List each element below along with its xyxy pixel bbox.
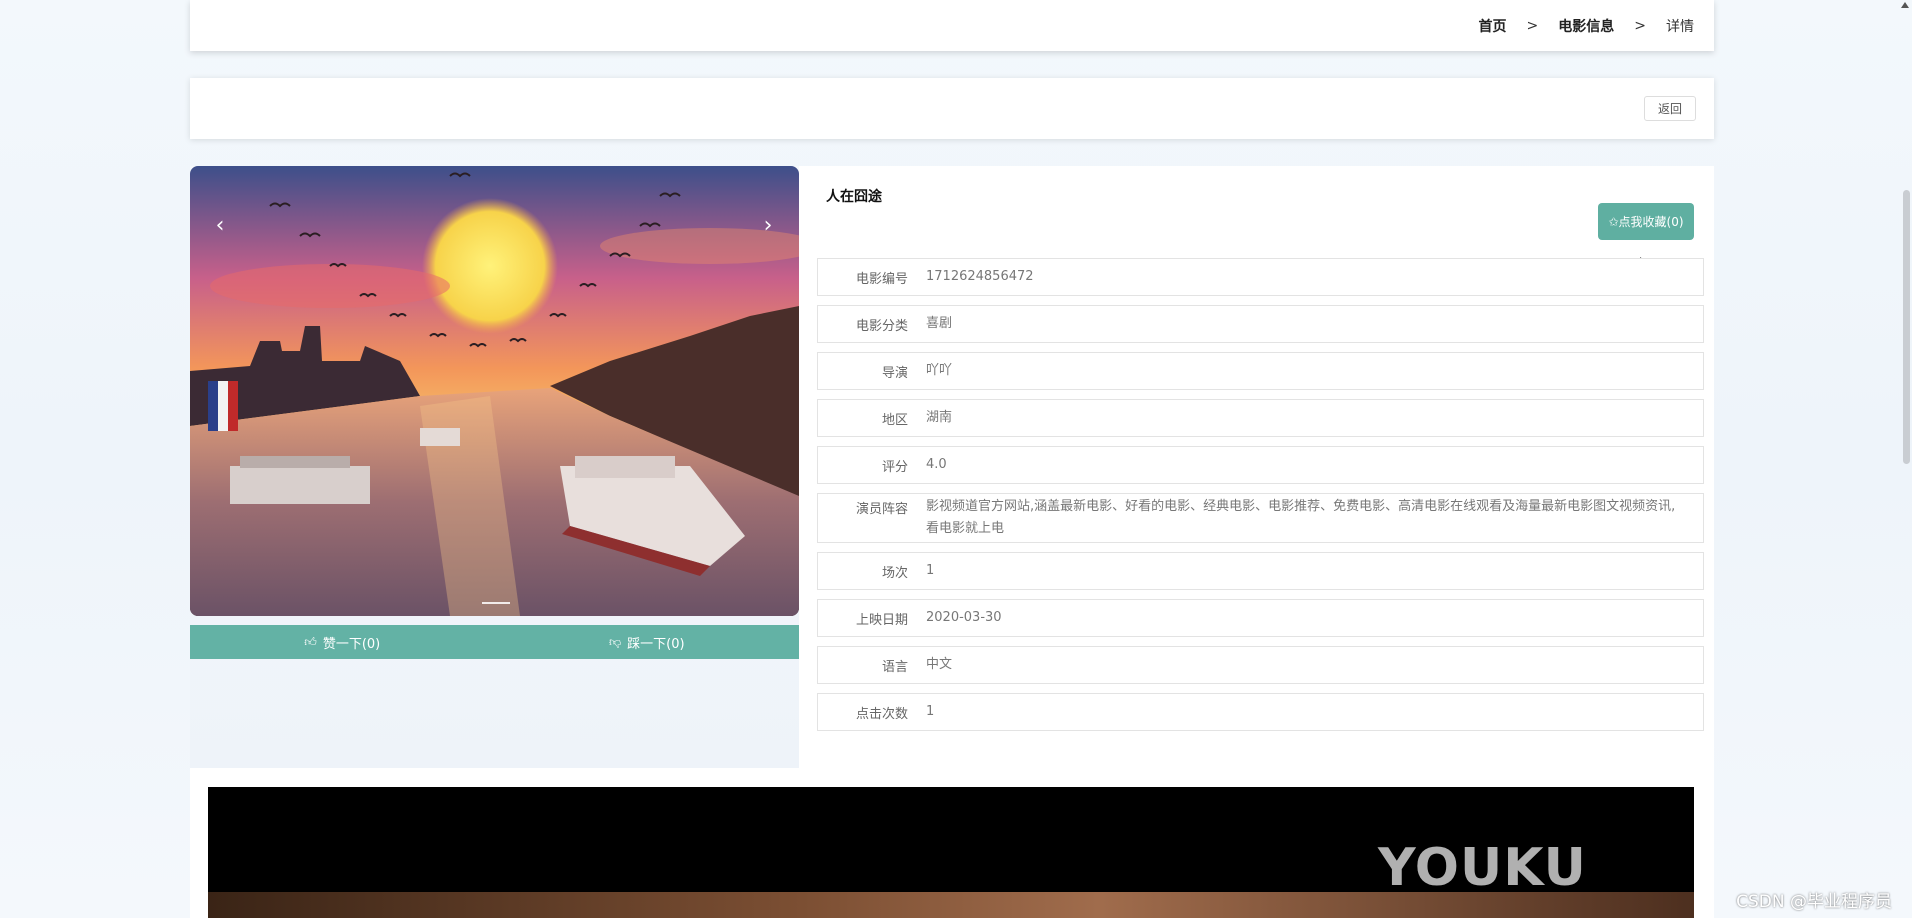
thumbs-down-icon: 👎︎ (608, 634, 622, 649)
info-value: 吖吖 (926, 363, 953, 378)
info-value: 湖南 (926, 410, 953, 425)
info-value: 4.0 (926, 457, 947, 472)
breadcrumb: 首页 > 电影信息 > 详情 (190, 0, 1714, 51)
back-button[interactable]: 返回 (1644, 96, 1696, 121)
movie-title: 人在囧途 (826, 189, 882, 205)
info-value: 影视频道官方网站,涵盖最新电影、好看的电影、经典电影、电影推荐、免费电影、高清电… (926, 499, 1676, 536)
breadcrumb-current: 详情 (1666, 18, 1694, 35)
favorite-button[interactable]: ✩点我收藏(0) (1598, 203, 1694, 240)
movie-info-table: 电影编号 1712624856472 电影分类 喜剧 导演 吖吖 地区 湖南 评… (817, 258, 1704, 740)
info-row-category: 电影分类 喜剧 (817, 305, 1704, 343)
poster-image (190, 166, 799, 616)
info-label: 电影分类 (855, 318, 908, 334)
breadcrumb-separator: > (1634, 17, 1646, 34)
youku-logo: YOUKU (1378, 838, 1587, 898)
carousel-next-button[interactable]: › (748, 205, 788, 245)
info-value: 喜剧 (926, 316, 953, 331)
info-value: 中文 (926, 657, 953, 672)
info-row-region: 地区 湖南 (817, 399, 1704, 437)
poster-carousel[interactable] (190, 166, 799, 616)
info-row-showings: 场次 1 (817, 552, 1704, 590)
info-value: 1 (926, 704, 935, 719)
dislike-label: 踩一下(0) (627, 636, 685, 652)
csdn-watermark: CSDN @毕业程序员 (1736, 892, 1892, 912)
scrollbar[interactable] (1900, 0, 1912, 918)
info-label: 导演 (881, 365, 908, 381)
info-label: 地区 (881, 412, 908, 428)
vote-bar: 👍︎ 赞一下(0) 👎︎ 踩一下(0) (190, 625, 799, 659)
like-label: 赞一下(0) (322, 636, 381, 652)
info-label: 评分 (881, 459, 908, 475)
action-bar: 返回 (190, 78, 1714, 139)
info-row-id: 电影编号 1712624856472 (817, 258, 1704, 296)
info-value: 2020-03-30 (926, 610, 1002, 625)
breadcrumb-movie-info[interactable]: 电影信息 (1558, 16, 1614, 36)
info-row-director: 导演 吖吖 (817, 352, 1704, 390)
like-button[interactable]: 👍︎ 赞一下(0) (190, 625, 495, 659)
info-label: 语言 (881, 659, 908, 675)
info-row-cast: 演员阵容 影视频道官方网站,涵盖最新电影、好看的电影、经典电影、电影推荐、免费电… (817, 493, 1704, 543)
scroll-up-icon[interactable] (1901, 2, 1909, 8)
chevron-left-icon: ‹ (215, 212, 225, 238)
chevron-right-icon: › (763, 212, 773, 238)
info-label: 场次 (881, 565, 908, 581)
info-label: 上映日期 (855, 612, 908, 628)
info-label: 电影编号 (855, 271, 908, 287)
info-row-clicks: 点击次数 1 (817, 693, 1704, 731)
info-row-language: 语言 中文 (817, 646, 1704, 684)
carousel-prev-button[interactable]: ‹ (200, 205, 240, 245)
info-label: 演员阵容 (855, 502, 908, 517)
scrollbar-thumb[interactable] (1903, 190, 1910, 464)
dislike-button[interactable]: 👎︎ 踩一下(0) (495, 625, 800, 659)
thumbs-up-icon: 👍︎ (304, 634, 317, 649)
breadcrumb-home[interactable]: 首页 (1479, 16, 1507, 36)
info-row-release-date: 上映日期 2020-03-30 (817, 599, 1704, 637)
info-row-rating: 评分 4.0 (817, 446, 1704, 484)
carousel-indicator[interactable] (482, 602, 510, 604)
info-value: 1712624856472 (926, 269, 1034, 284)
info-label: 点击次数 (855, 706, 908, 722)
breadcrumb-separator: > (1526, 17, 1539, 34)
info-value: 1 (926, 563, 935, 578)
